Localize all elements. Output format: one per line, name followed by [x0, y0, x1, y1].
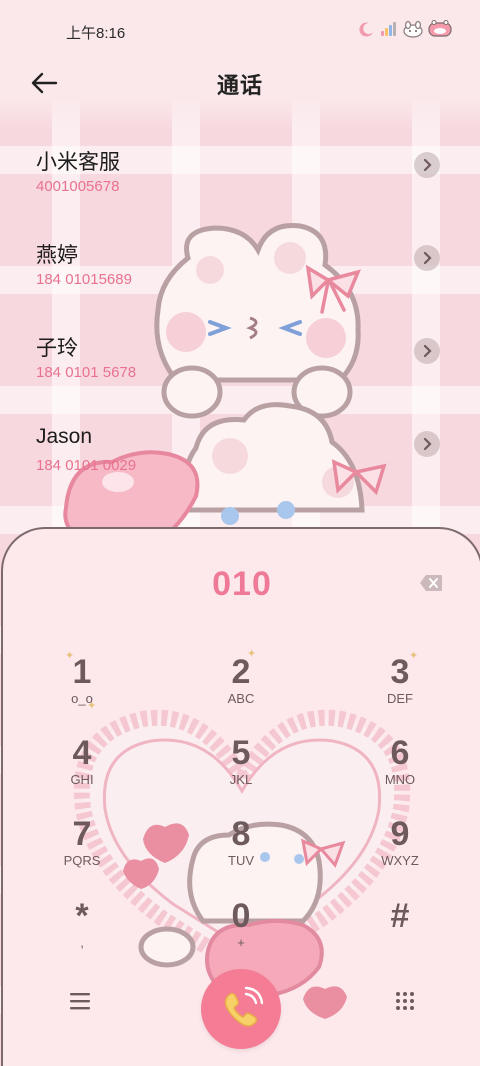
- chevron-right-icon[interactable]: [414, 338, 440, 364]
- dialer-panel: 010 ✦ ✦ ✦ ✦ 1 o_o 2 ABC 3 DEF 4 GHI 5 JK…: [1, 527, 480, 1066]
- key-star[interactable]: * ,: [37, 897, 127, 969]
- wifi-bunny-icon: [403, 20, 423, 38]
- key-digit: *: [75, 897, 89, 935]
- chevron-right-icon[interactable]: [414, 431, 440, 457]
- key-letters: WXYZ: [381, 853, 419, 868]
- page-title: 通话: [216, 73, 263, 98]
- key-letters: TUV: [228, 853, 254, 868]
- contact-item[interactable]: 燕婷 184 01015689: [0, 223, 480, 313]
- key-digit: 2: [231, 653, 251, 691]
- key-digit: #: [390, 897, 410, 935]
- keypad-icon[interactable]: [394, 990, 416, 1012]
- key-letters: PQRS: [63, 853, 101, 868]
- contact-name: 子玲: [36, 337, 78, 360]
- contact-name: 小米客服: [36, 151, 120, 174]
- status-bar: 上午8:16: [0, 0, 480, 56]
- key-letters: ,: [80, 935, 84, 950]
- backspace-button[interactable]: [419, 574, 443, 592]
- header: 通话: [0, 56, 480, 112]
- status-icons: [358, 20, 454, 38]
- contact-item[interactable]: Jason 184 0101 0029: [0, 409, 480, 499]
- contact-number: 184 01015689: [36, 271, 132, 288]
- key-8[interactable]: 8 TUV: [196, 815, 286, 887]
- contact-name: Jason: [36, 425, 93, 448]
- key-letters: JKL: [229, 772, 253, 787]
- key-6[interactable]: 6 MNO: [355, 734, 445, 806]
- key-letters: ABC: [227, 691, 255, 706]
- screen: 上午8:16 通话 小米客服 4001005678 燕婷 184 0101568…: [0, 0, 480, 1066]
- key-digit: 7: [72, 815, 92, 853]
- contact-number: 4001005678: [36, 178, 120, 195]
- key-digit: 9: [390, 815, 410, 853]
- chevron-right-icon[interactable]: [414, 245, 440, 271]
- contact-name: 燕婷: [36, 244, 78, 267]
- phone-icon: [224, 986, 264, 1027]
- menu-button[interactable]: [69, 991, 91, 1011]
- key-2[interactable]: 2 ABC: [196, 653, 286, 725]
- key-0[interactable]: 0 +: [196, 897, 286, 969]
- key-letters: MNO: [384, 772, 416, 787]
- key-letters: GHI: [70, 772, 94, 787]
- key-7[interactable]: 7 PQRS: [37, 815, 127, 887]
- key-digit: 4: [72, 734, 92, 772]
- signal-icon: [381, 22, 396, 36]
- key-1[interactable]: 1 o_o: [37, 653, 127, 725]
- key-letters: o_o: [71, 691, 93, 706]
- key-hash[interactable]: #: [355, 897, 445, 969]
- key-digit: 5: [231, 734, 251, 772]
- call-button[interactable]: [201, 969, 281, 1049]
- contact-number: 184 0101 5678: [36, 364, 137, 381]
- key-digit: 1: [72, 653, 92, 691]
- key-letters: DEF: [387, 691, 413, 706]
- dialed-number[interactable]: 010: [3, 565, 480, 604]
- key-digit: 6: [390, 734, 410, 772]
- key-digit: 8: [231, 815, 251, 853]
- moon-icon: [359, 22, 373, 37]
- status-time: 上午8:16: [66, 25, 126, 42]
- key-letters: +: [237, 935, 245, 950]
- key-4[interactable]: 4 GHI: [37, 734, 127, 806]
- contact-item[interactable]: 小米客服 4001005678: [0, 130, 480, 220]
- key-9[interactable]: 9 WXYZ: [355, 815, 445, 887]
- key-5[interactable]: 5 JKL: [196, 734, 286, 806]
- key-digit: 0: [231, 897, 251, 935]
- contact-item[interactable]: 子玲 184 0101 5678: [0, 316, 480, 406]
- contact-number: 184 0101 0029: [36, 457, 137, 474]
- key-3[interactable]: 3 DEF: [355, 653, 445, 725]
- battery-icon: [428, 20, 452, 37]
- key-digit: 3: [390, 653, 410, 691]
- chevron-right-icon[interactable]: [414, 152, 440, 178]
